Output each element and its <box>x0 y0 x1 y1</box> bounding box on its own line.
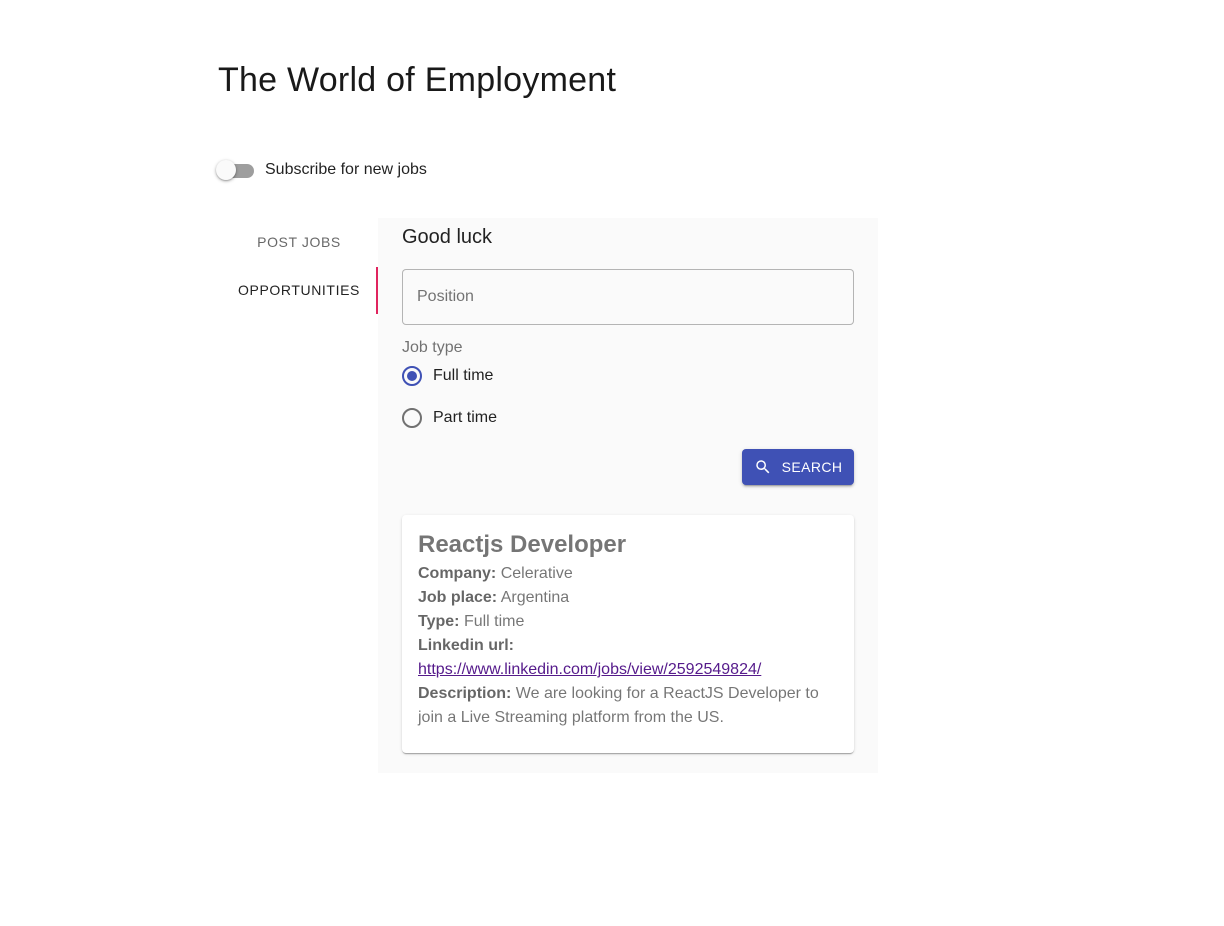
job-type-label: Job type <box>402 339 463 356</box>
job-description-line: Description: We are looking for a ReactJ… <box>418 682 838 730</box>
job-place-label: Job place: <box>418 589 498 606</box>
radio-option-full-time[interactable]: Full time <box>402 366 493 386</box>
job-title: Reactjs Developer <box>418 531 627 558</box>
radio-part-time[interactable] <box>402 408 422 428</box>
job-type: Full time <box>463 613 525 630</box>
panel-heading: Good luck <box>402 226 493 248</box>
job-company: Celerative <box>500 565 573 582</box>
toggle-thumb[interactable] <box>216 160 236 180</box>
job-type-line: Type: Full time <box>418 610 838 634</box>
position-field <box>402 269 854 325</box>
radio-label-full-time: Full time <box>433 367 494 384</box>
job-place: Argentina <box>500 589 570 606</box>
vertical-tabs: POST JOBS OPPORTUNITIES <box>220 218 378 314</box>
job-card: Reactjs Developer Company: Celerative Jo… <box>402 515 854 753</box>
tab-opportunities[interactable]: OPPORTUNITIES <box>220 266 378 314</box>
job-linkedin-line: Linkedin url: <box>418 634 838 658</box>
search-icon <box>755 460 769 474</box>
job-linkedin-label: Linkedin url: <box>418 637 514 654</box>
job-company-label: Company: <box>418 565 497 582</box>
tab-post-jobs[interactable]: POST JOBS <box>220 218 378 266</box>
search-button-label: SEARCH <box>781 459 843 475</box>
job-company-line: Company: Celerative <box>418 562 838 586</box>
subscribe-row: Subscribe for new jobs <box>215 157 427 183</box>
radio-option-part-time[interactable]: Part time <box>402 408 497 428</box>
job-place-line: Job place: Argentina <box>418 586 838 610</box>
radio-label-part-time: Part time <box>433 409 498 426</box>
job-linkedin-link[interactable]: https://www.linkedin.com/jobs/view/25925… <box>418 661 761 678</box>
subscribe-label: Subscribe for new jobs <box>265 161 427 178</box>
radio-full-time[interactable] <box>402 366 422 386</box>
search-button[interactable]: SEARCH <box>742 449 854 485</box>
page-title: The World of Employment <box>218 61 617 99</box>
opportunities-panel: Good luck Job type Full time Part time S… <box>378 218 878 773</box>
position-input[interactable] <box>403 270 853 324</box>
job-type-label: Type: <box>418 613 460 630</box>
job-description-label: Description: <box>418 685 512 702</box>
job-linkedin-link-line: https://www.linkedin.com/jobs/view/25925… <box>418 658 838 682</box>
subscribe-toggle[interactable] <box>215 158 255 182</box>
